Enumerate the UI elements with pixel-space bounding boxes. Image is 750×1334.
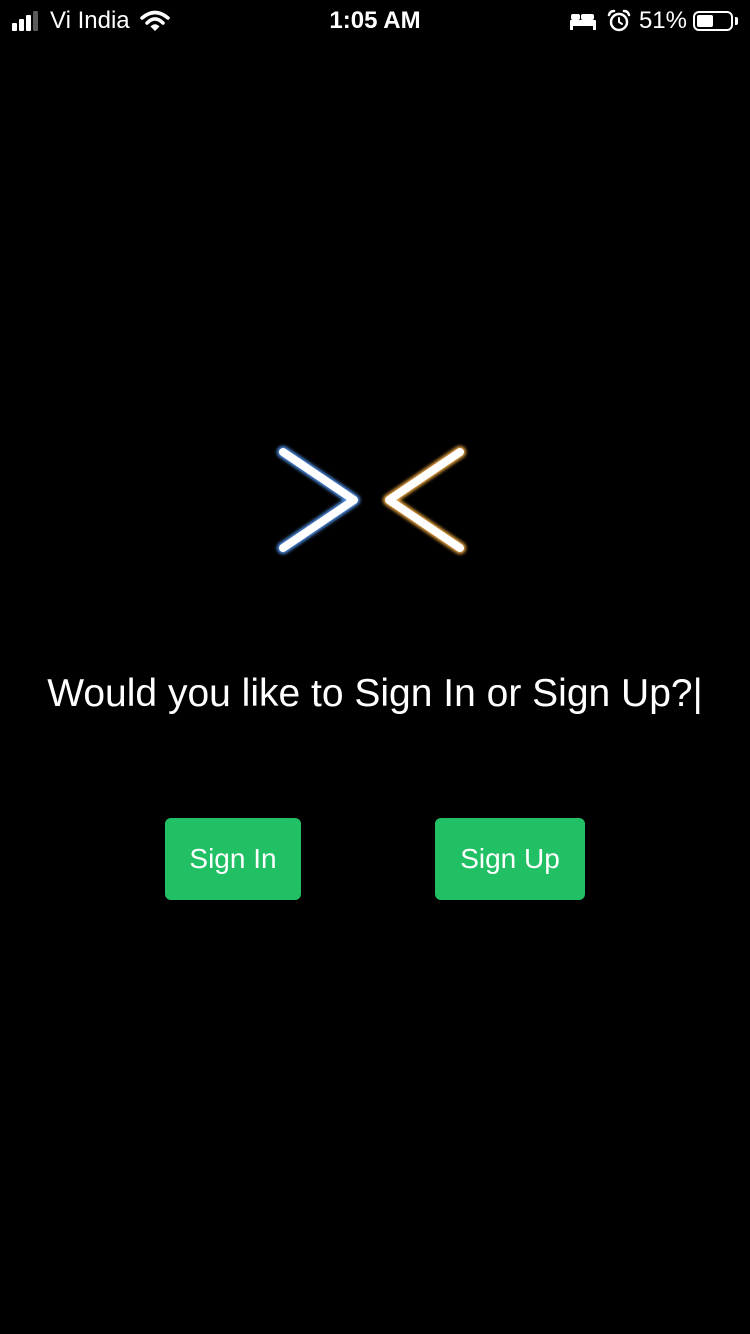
battery-level-fill (697, 15, 713, 27)
status-bar: Vi India 1:05 AM 51% (0, 0, 750, 40)
logo-chevrons-icon (277, 446, 466, 554)
battery-percent: 51% (638, 7, 687, 34)
sign-in-button[interactable]: Sign In (165, 818, 301, 900)
sign-up-button[interactable]: Sign Up (435, 818, 585, 900)
alarm-icon (607, 9, 631, 32)
battery-icon (693, 11, 733, 31)
bed-icon (569, 14, 596, 30)
status-right: 51% (569, 7, 738, 35)
sign-in-or-up-prompt: Would you like to Sign In or Sign Up?| (47, 672, 703, 715)
battery-cap (735, 17, 738, 25)
